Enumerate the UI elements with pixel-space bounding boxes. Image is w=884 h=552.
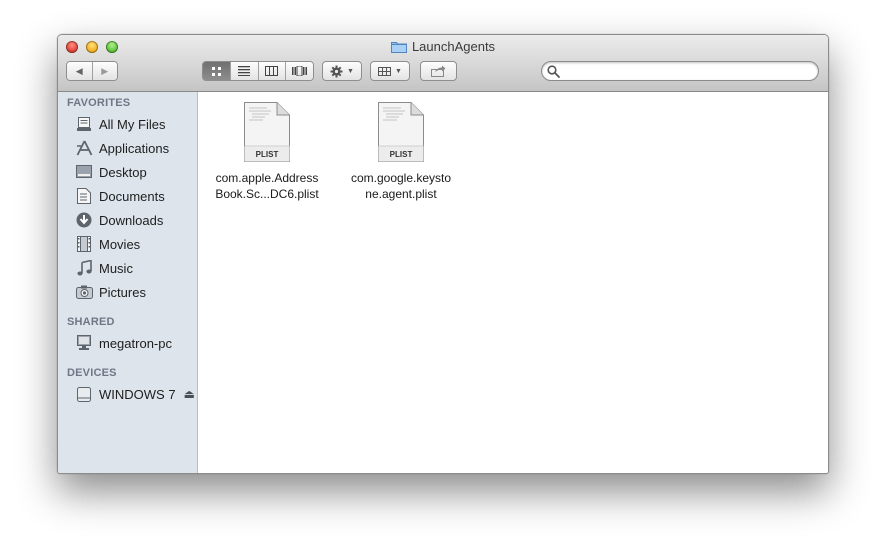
file-name-line1: com.apple.Address: [215, 171, 319, 185]
shared-header: SHARED: [67, 316, 115, 328]
sidebar: FAVORITES All My Files Applications Desk…: [58, 92, 198, 473]
coverflow-view-button[interactable]: [286, 62, 313, 80]
sidebar-item-applications[interactable]: Applications: [75, 137, 195, 159]
coverflow-icon: [292, 66, 308, 76]
search-input[interactable]: [564, 63, 808, 81]
share-button[interactable]: [420, 61, 457, 81]
file-name: com.apple.Address Book.Sc...DC6.plist: [202, 170, 332, 202]
sidebar-item-downloads[interactable]: Downloads: [75, 209, 195, 231]
sidebar-item-label: Music: [99, 260, 133, 276]
share-icon: [431, 65, 446, 77]
title-bar[interactable]: LaunchAgents ◀ ▶ ▼ ▼: [58, 35, 828, 92]
sidebar-item-pictures[interactable]: Pictures: [75, 281, 195, 303]
sidebar-item-label: Documents: [99, 188, 165, 204]
applications-icon: [75, 139, 93, 157]
sidebar-item-documents[interactable]: Documents: [75, 185, 195, 207]
file-type-badge: PLIST: [390, 150, 413, 159]
action-button[interactable]: ▼: [322, 61, 362, 81]
eject-icon[interactable]: ⏏: [184, 387, 195, 401]
file-name-line2: ne.agent.plist: [365, 187, 437, 201]
drive-icon: [75, 385, 93, 403]
sidebar-item-label: Pictures: [99, 284, 146, 300]
finder-window: LaunchAgents ◀ ▶ ▼ ▼ FAVORITES All My Fi…: [57, 34, 829, 474]
search-field[interactable]: [541, 61, 819, 81]
sidebar-item-label: megatron-pc: [99, 335, 172, 351]
sidebar-item-label: Movies: [99, 236, 141, 252]
plist-file-icon: PLIST: [377, 101, 425, 163]
window-title: LaunchAgents: [411, 39, 496, 54]
sidebar-item-windows-7[interactable]: WINDOWS 7 ⏏: [75, 383, 195, 405]
icon-grid-icon: [211, 66, 221, 76]
pictures-icon: [75, 283, 93, 301]
chevron-down-icon: ▼: [395, 67, 402, 75]
arrange-grid-icon: [378, 66, 392, 76]
list-view-button[interactable]: [230, 62, 259, 80]
file-name-line2: Book.Sc...DC6.plist: [215, 187, 319, 201]
list-icon: [238, 66, 251, 76]
file-item[interactable]: PLIST com.apple.Address Book.Sc...DC6.pl…: [202, 101, 332, 202]
file-name: com.google.keysto ne.agent.plist: [336, 170, 466, 202]
desktop-icon: [75, 163, 93, 181]
sidebar-item-label: Applications: [99, 140, 170, 156]
gear-icon: [330, 65, 343, 77]
window-title-area: LaunchAgents: [58, 39, 828, 54]
music-icon: [75, 259, 93, 277]
all-files-icon: [75, 115, 93, 133]
forward-button[interactable]: ▶: [92, 62, 117, 80]
sidebar-item-label: All My Files: [99, 116, 166, 132]
arrange-button[interactable]: ▼: [370, 61, 410, 81]
search-icon: [547, 65, 560, 78]
file-item[interactable]: PLIST com.google.keysto ne.agent.plist: [336, 101, 466, 202]
plist-file-icon: PLIST: [243, 101, 291, 163]
movies-icon: [75, 235, 93, 253]
icon-view-button[interactable]: [203, 62, 231, 80]
file-browser-content: PLIST com.apple.Address Book.Sc...DC6.pl…: [198, 92, 828, 473]
sidebar-item-all-my-files[interactable]: All My Files: [75, 113, 195, 135]
sidebar-item-desktop[interactable]: Desktop: [75, 161, 195, 183]
folder-icon: [390, 42, 407, 53]
downloads-icon: [75, 211, 93, 229]
columns-icon: [265, 66, 279, 76]
column-view-button[interactable]: [258, 62, 287, 80]
sidebar-item-megatron-pc[interactable]: megatron-pc: [75, 332, 195, 354]
view-mode-control: [202, 61, 314, 81]
sidebar-item-label: Downloads: [99, 212, 164, 228]
nav-buttons: ◀ ▶: [66, 61, 118, 81]
computer-icon: [75, 334, 93, 352]
chevron-down-icon: ▼: [347, 67, 354, 75]
sidebar-item-music[interactable]: Music: [75, 257, 195, 279]
back-button[interactable]: ◀: [67, 62, 93, 80]
sidebar-item-label: Desktop: [99, 164, 147, 180]
favorites-header: FAVORITES: [67, 97, 131, 109]
file-name-line1: com.google.keysto: [350, 171, 452, 185]
documents-icon: [75, 187, 93, 205]
file-type-badge: PLIST: [256, 150, 279, 159]
sidebar-item-movies[interactable]: Movies: [75, 233, 195, 255]
devices-header: DEVICES: [67, 367, 117, 379]
sidebar-item-label: WINDOWS 7: [99, 386, 176, 402]
